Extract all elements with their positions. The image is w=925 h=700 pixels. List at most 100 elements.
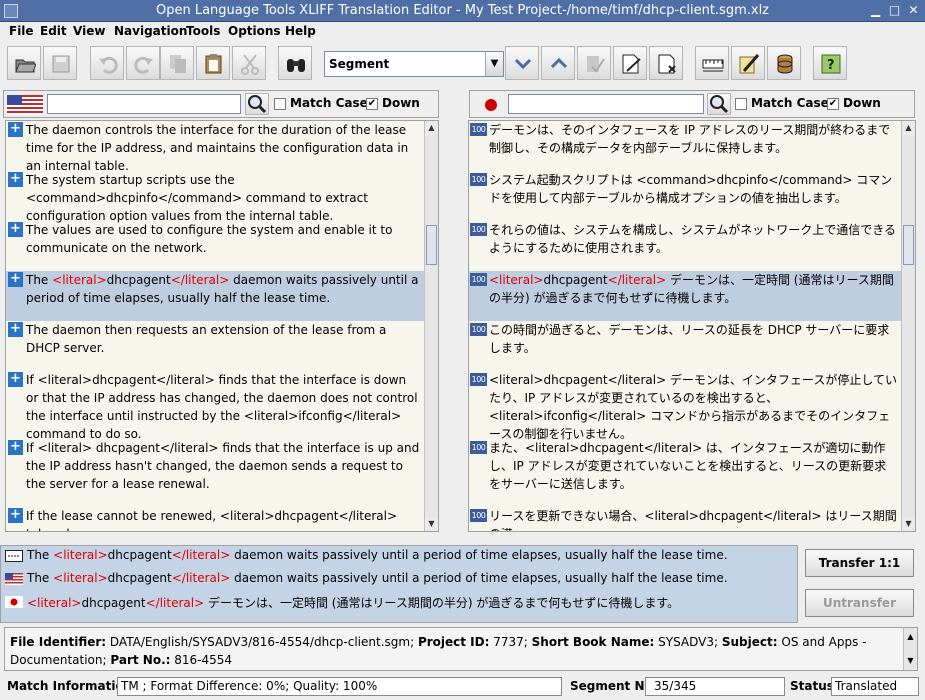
target-segment[interactable]: 100 デーモンは、そのインタフェースを IP アドレスのリース期間が終わるまで制… [469,121,915,171]
source-segment[interactable]: + The values are used to configure the sy… [6,221,438,271]
markup-button[interactable] [731,46,765,80]
source-segment[interactable]: + The system startup scripts use the <com… [6,171,438,223]
source-compare-text: The <literal>dhcpagent</literal> daemon … [27,571,728,585]
magnifier-icon [710,95,729,114]
target-segment[interactable]: 100 それらの値は、システムを構成し、システムがネットワーク上で通信できるように… [469,221,915,271]
source-down-checkbox[interactable]: ✔ [366,98,378,110]
navigation-mode-select[interactable]: Segment ▼ [324,51,504,77]
help-button[interactable]: ? [813,46,847,80]
delete-segment-button[interactable] [649,46,683,80]
cut-button[interactable] [232,46,266,80]
menu-file[interactable]: File [9,24,34,38]
source-search-bar: Match Case ✔ Down [3,90,439,118]
plus-icon[interactable]: + [8,322,23,337]
next-segment-button[interactable] [505,46,539,80]
menu-tools[interactable]: Tools [186,24,220,38]
target-match-case-checkbox[interactable] [735,98,747,110]
scroll-thumb[interactable] [426,225,437,265]
source-scrollbar[interactable]: ▲ ▼ [424,121,438,531]
source-down-label: Down [382,96,420,110]
source-match-case-checkbox[interactable] [274,98,286,110]
target-segment-selected[interactable]: 100 <literal>dhcpagent</literal> デーモンは、一定… [469,271,915,321]
match-100-icon: 100 [470,373,487,386]
target-search-input[interactable] [508,94,704,114]
project-id-value: 7737; [493,635,528,649]
project-id-label: Project ID: [417,635,490,649]
undo-button[interactable] [90,46,124,80]
plus-icon[interactable]: + [8,372,23,387]
transfer-button[interactable]: Transfer 1:1 [805,549,914,577]
plus-icon[interactable]: + [8,508,23,523]
tag-protection-button[interactable] [695,46,729,80]
scroll-down-icon[interactable]: ▼ [902,517,915,531]
source-segment[interactable]: + If <literal> dhcpagent</literal> finds … [6,439,438,507]
find-button[interactable] [278,46,312,80]
plus-icon[interactable]: + [8,172,23,187]
database-button[interactable] [767,46,801,80]
japan-flag-icon [473,95,509,115]
folder-icon [15,59,36,73]
part-no-value: 816-4554 [174,653,233,667]
source-segment-selected[interactable]: + The <literal>dhcpagent</literal> daemon… [6,271,438,321]
paste-icon [205,54,222,74]
source-segment[interactable]: + If the lease cannot be renewed, <litera… [6,507,438,531]
scroll-thumb[interactable] [903,225,914,265]
us-flag-icon [5,573,23,585]
target-scrollbar[interactable]: ▲ ▼ [901,121,915,531]
source-search-input[interactable] [47,94,241,114]
target-compare-text: <literal>dhcpagent</literal> デーモンは、一定時間 … [27,596,680,610]
tm-source-text: The <literal>dhcpagent</literal> daemon … [27,548,728,562]
maximize-icon[interactable]: □ [887,3,902,18]
binoculars-icon [287,59,305,72]
match-100-icon: 100 [470,441,487,454]
toolbar: Segment ▼ ? [0,42,925,88]
part-no-label: Part No.: [110,653,171,667]
short-book-name-value: SYSADV3; [658,635,719,649]
scroll-down-icon[interactable]: ▼ [904,652,917,670]
source-search-button[interactable] [245,93,269,115]
menu-help[interactable]: Help [285,24,316,38]
untransfer-button[interactable]: Untransfer [805,589,914,617]
plus-icon[interactable]: + [8,222,23,237]
us-flag-icon [7,95,43,115]
scroll-up-icon[interactable]: ▲ [902,121,915,135]
source-segment[interactable]: + If <literal>dhcpagent</literal> finds t… [6,371,438,441]
target-segment[interactable]: 100 <literal>dhcpagent</literal> デーモンは、イン… [469,371,915,441]
plus-icon[interactable]: + [8,122,23,137]
chevron-up-icon [550,57,568,69]
chevron-down-icon[interactable]: ▼ [485,52,503,76]
menu-edit[interactable]: Edit [40,24,67,38]
scroll-up-icon[interactable]: ▲ [904,628,917,646]
plus-icon[interactable]: + [8,272,23,287]
plus-icon[interactable]: + [8,440,23,455]
menu-navigation[interactable]: Navigation [114,24,187,38]
target-segment[interactable]: 100 この時間が過ぎると、デーモンは、リースの延長を DHCP サーバーに要求し… [469,321,915,371]
target-segment[interactable]: 100 システム起動スクリプトは <command>dhcpinfo</comma… [469,171,915,221]
target-segment[interactable]: 100 リースを更新できない場合、<literal>dhcpagent</lite… [469,507,915,531]
previous-segment-button[interactable] [541,46,575,80]
source-segment[interactable]: + The daemon controls the interface for t… [6,121,438,173]
target-search-button[interactable] [707,93,731,115]
menu-bar: File Edit View Navigation Tools Options … [0,22,925,42]
minimize-icon[interactable]: ▁ [868,3,883,18]
save-button[interactable] [43,46,77,80]
redo-button[interactable] [126,46,160,80]
source-pane[interactable]: + The daemon controls the interface for t… [5,120,439,532]
close-icon[interactable]: ✕ [906,3,921,18]
edit-segment-button[interactable] [613,46,647,80]
svg-text:?: ? [827,58,835,73]
target-segment[interactable]: 100 また、<literal>dhcpagent</literal> は、インタ… [469,439,915,507]
menu-options[interactable]: Options [228,24,281,38]
window-title: Open Language Tools XLIFF Translation Ed… [155,3,770,18]
paste-button[interactable] [196,46,230,80]
menu-view[interactable]: View [73,24,105,38]
scroll-up-icon[interactable]: ▲ [425,121,438,135]
open-file-button[interactable] [7,46,41,80]
target-pane[interactable]: 100 デーモンは、そのインタフェースを IP アドレスのリース期間が終わるまで制… [468,120,916,532]
target-down-checkbox[interactable]: ✔ [827,98,839,110]
copy-button[interactable] [160,46,194,80]
scroll-down-icon[interactable]: ▼ [425,517,438,531]
source-segment[interactable]: + The daemon then requests an extension o… [6,321,438,371]
file-info-scrollbar[interactable]: ▲ ▼ [903,628,917,670]
approve-button[interactable] [577,46,611,80]
